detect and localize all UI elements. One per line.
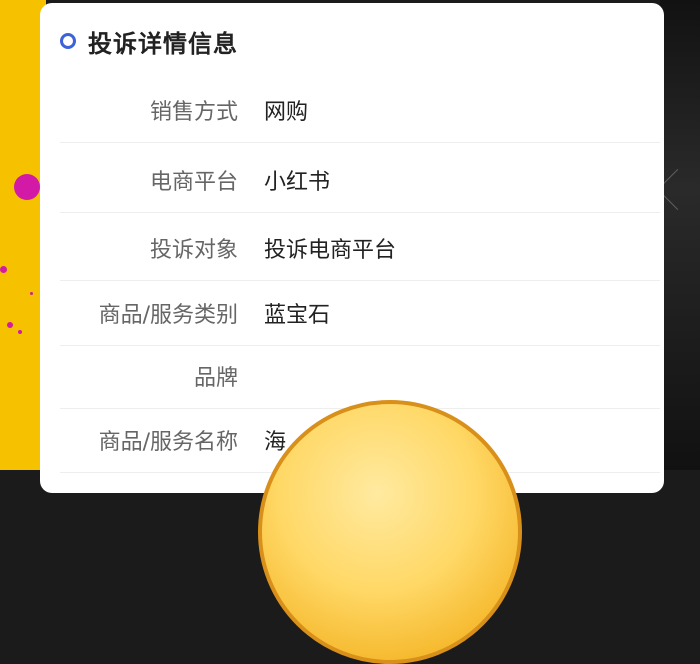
- right-background-decoration: [656, 0, 700, 470]
- detail-row-sales-method: 销售方式 网购: [60, 78, 660, 143]
- card-title: 投诉详情信息: [88, 29, 238, 58]
- row-label: 投诉对象: [149, 238, 238, 263]
- card-header: 投诉详情信息: [60, 23, 238, 59]
- decorative-dot: [30, 292, 33, 295]
- decorative-dot: [0, 266, 7, 273]
- decorative-dot: [7, 322, 13, 328]
- emoji-face-overlay: [258, 400, 522, 664]
- row-value: 投诉电商平台: [264, 238, 397, 263]
- row-label: 商品/服务名称: [98, 430, 238, 455]
- row-label: 销售方式: [149, 100, 238, 125]
- row-value: 小红书: [264, 170, 331, 195]
- detail-row-brand: 品牌: [60, 344, 660, 409]
- detail-row-category: 商品/服务类别 蓝宝石: [60, 281, 660, 346]
- detail-row-complaint-target: 投诉对象 投诉电商平台: [60, 216, 660, 281]
- decorative-dot: [18, 330, 22, 334]
- row-label: 商品/服务类别: [98, 303, 238, 328]
- row-value: 海: [264, 430, 287, 455]
- detail-row-platform: 电商平台 小红书: [60, 148, 660, 213]
- row-label: 电商平台: [149, 170, 238, 195]
- row-value: 网购: [264, 100, 309, 125]
- decorative-dot: [14, 174, 40, 200]
- ring-bullet-icon: [60, 33, 76, 49]
- row-value: 蓝宝石: [264, 303, 331, 328]
- row-label: 品牌: [193, 366, 238, 391]
